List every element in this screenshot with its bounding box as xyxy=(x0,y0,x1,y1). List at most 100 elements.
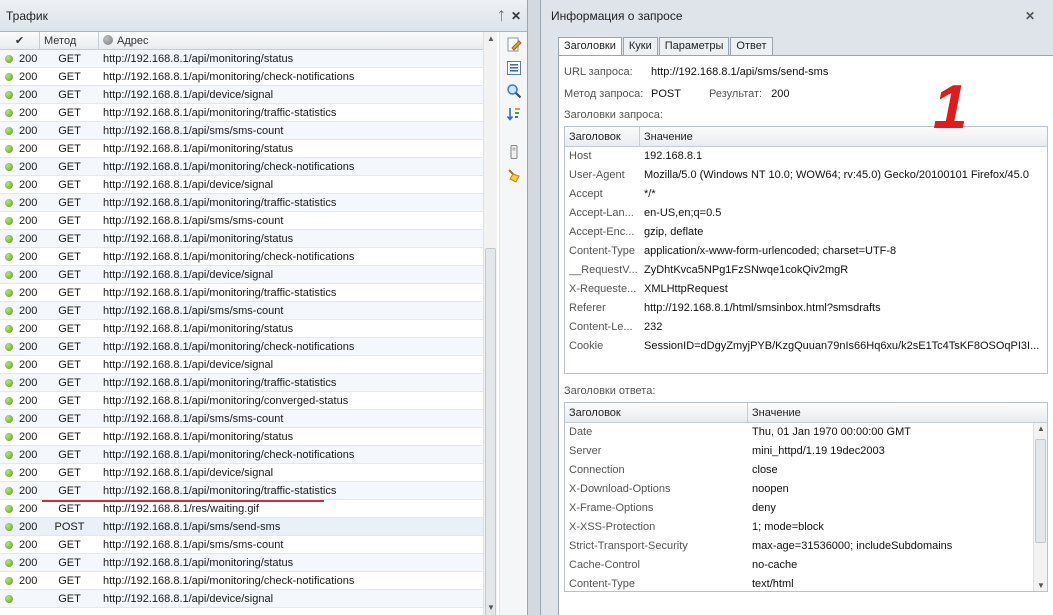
url-cell: http://192.168.8.1/api/monitoring/traffi… xyxy=(103,107,337,119)
traffic-row[interactable]: 200 GET http://192.168.8.1/api/monitoring/… xyxy=(0,338,497,356)
pin-icon[interactable]: ᛏ xyxy=(498,0,505,32)
tab-response[interactable]: Ответ xyxy=(730,37,773,55)
scroll-down-icon[interactable]: ▼ xyxy=(484,601,498,615)
traffic-row[interactable]: 200 GET http://192.168.8.1/api/device/sign… xyxy=(0,176,497,194)
req-col-header[interactable]: Заголовок xyxy=(565,127,640,146)
response-scrollbar[interactable]: ▲ ▼ xyxy=(1033,423,1047,591)
traffic-row[interactable]: 200 GET http://192.168.8.1/api/monitoring/… xyxy=(0,392,497,410)
status-cell: 200 xyxy=(0,500,40,517)
request-header-row[interactable]: Accept-Enc... gzip, deflate xyxy=(565,223,1047,242)
response-header-row[interactable]: Connection close xyxy=(565,461,1033,480)
traffic-row[interactable]: 200 GET http://192.168.8.1/api/device/sign… xyxy=(0,356,497,374)
status-cell: 200 xyxy=(0,392,40,409)
scroll-thumb[interactable] xyxy=(485,248,496,615)
status-ok-icon xyxy=(5,378,13,387)
request-header-row[interactable]: Cookie SessionID=dDgyZmyjPYB/KzgQuuan79nI… xyxy=(565,337,1047,356)
url-cell: http://192.168.8.1/api/monitoring/status xyxy=(103,557,294,569)
status-code: 200 xyxy=(19,232,38,245)
resp-col-value[interactable]: Значение xyxy=(748,403,1047,422)
request-header-row[interactable]: Accept */* xyxy=(565,185,1047,204)
response-header-row[interactable]: Cache-Control no-cache xyxy=(565,556,1033,575)
traffic-row[interactable]: 200 GET http://192.168.8.1/api/monitoring/… xyxy=(0,68,497,86)
request-headers-table-header: Заголовок Значение xyxy=(565,127,1047,147)
response-header-row[interactable]: Server mini_httpd/1.19 19dec2003 xyxy=(565,442,1033,461)
header-name: Content-Le... xyxy=(569,321,633,333)
header-name: Accept-Enc... xyxy=(569,226,635,238)
search-icon[interactable] xyxy=(504,81,524,101)
traffic-row[interactable]: 200 GET http://192.168.8.1/api/sms/sms-cou… xyxy=(0,302,497,320)
traffic-row[interactable]: 200 GET http://192.168.8.1/api/monitoring/… xyxy=(0,428,497,446)
method-cell: GET xyxy=(58,287,81,299)
traffic-row[interactable]: 200 GET http://192.168.8.1/api/monitoring/… xyxy=(0,248,497,266)
request-header-row[interactable]: User-Agent Mozilla/5.0 (Windows NT 10.0; … xyxy=(565,166,1047,185)
traffic-row[interactable]: 200 GET http://192.168.8.1/api/monitoring/… xyxy=(0,374,497,392)
resp-scroll-down-icon[interactable]: ▼ xyxy=(1034,581,1047,590)
tab-headers[interactable]: Заголовки xyxy=(558,37,622,56)
request-header-row[interactable]: Content-Type application/x-www-form-urlen… xyxy=(565,242,1047,261)
status-cell: 200 xyxy=(0,104,40,121)
resp-col-header[interactable]: Заголовок xyxy=(565,403,748,422)
traffic-row[interactable]: 200 GET http://192.168.8.1/api/monitoring/… xyxy=(0,140,497,158)
traffic-row[interactable]: GET http://192.168.8.1/api/device/signal xyxy=(0,590,497,608)
traffic-row[interactable]: 200 GET http://192.168.8.1/api/monitoring/… xyxy=(0,50,497,68)
close-info-icon[interactable]: ✕ xyxy=(1025,0,1035,32)
traffic-row[interactable]: 200 GET http://192.168.8.1/api/sms/sms-cou… xyxy=(0,536,497,554)
request-header-row[interactable]: Host 192.168.8.1 xyxy=(565,147,1047,166)
status-code: 200 xyxy=(19,340,38,353)
response-header-row[interactable]: X-Download-Options noopen xyxy=(565,480,1033,499)
request-header-row[interactable]: Content-Le... 232 xyxy=(565,318,1047,337)
traffic-row[interactable]: 200 GET http://192.168.8.1/api/device/sign… xyxy=(0,266,497,284)
traffic-row[interactable]: 200 GET http://192.168.8.1/api/sms/sms-cou… xyxy=(0,122,497,140)
traffic-row[interactable]: 200 GET http://192.168.8.1/api/sms/sms-cou… xyxy=(0,410,497,428)
request-header-row[interactable]: X-Requeste... XMLHttpRequest xyxy=(565,280,1047,299)
request-header-row[interactable]: __RequestV... ZyDhtKvca5NPg1FzSNwqe1cokQi… xyxy=(565,261,1047,280)
scroll-up-icon[interactable]: ▲ xyxy=(484,32,498,46)
traffic-row[interactable]: 200 GET http://192.168.8.1/api/device/sign… xyxy=(0,86,497,104)
response-header-row[interactable]: Date Thu, 01 Jan 1970 00:00:00 GMT xyxy=(565,423,1033,442)
resp-scroll-up-icon[interactable]: ▲ xyxy=(1034,424,1047,433)
close-icon[interactable]: ✕ xyxy=(511,0,521,32)
method-cell: GET xyxy=(58,143,81,155)
tab-params[interactable]: Параметры xyxy=(658,37,730,55)
request-header-row[interactable]: Referer http://192.168.8.1/html/smsinbox.… xyxy=(565,299,1047,318)
traffic-row[interactable]: 200 GET http://192.168.8.1/api/monitoring/… xyxy=(0,194,497,212)
traffic-row[interactable]: 200 GET http://192.168.8.1/api/monitoring/… xyxy=(0,284,497,302)
edit-icon[interactable] xyxy=(504,35,524,55)
traffic-row[interactable]: 200 GET http://192.168.8.1/api/monitoring/… xyxy=(0,320,497,338)
traffic-row[interactable]: 200 POST http://192.168.8.1/api/sms/send-s… xyxy=(0,518,497,536)
traffic-row[interactable]: 200 GET http://192.168.8.1/api/device/sign… xyxy=(0,464,497,482)
method-cell: GET xyxy=(58,467,81,479)
traffic-row[interactable]: 200 GET http://192.168.8.1/api/monitoring/… xyxy=(0,482,497,500)
clear-icon[interactable] xyxy=(504,165,524,185)
traffic-row[interactable]: 200 GET http://192.168.8.1/api/monitoring/… xyxy=(0,104,497,122)
traffic-row[interactable]: 200 GET http://192.168.8.1/api/monitoring/… xyxy=(0,554,497,572)
status-code: 200 xyxy=(19,322,38,335)
traffic-row[interactable]: 200 GET http://192.168.8.1/api/monitoring/… xyxy=(0,158,497,176)
traffic-row[interactable]: 200 GET http://192.168.8.1/api/monitoring/… xyxy=(0,230,497,248)
traffic-row[interactable]: 200 GET http://192.168.8.1/api/monitoring/… xyxy=(0,572,497,590)
column-method[interactable]: Метод xyxy=(40,32,99,50)
request-header-row[interactable]: Accept-Lan... en-US,en;q=0.5 xyxy=(565,204,1047,223)
status-code: 200 xyxy=(19,250,38,263)
resp-scroll-thumb[interactable] xyxy=(1035,439,1046,543)
req-col-value[interactable]: Значение xyxy=(640,127,1047,146)
column-check[interactable]: ✔ xyxy=(0,32,40,50)
traffic-row[interactable]: 200 GET http://192.168.8.1/api/sms/sms-cou… xyxy=(0,212,497,230)
response-header-row[interactable]: Content-Type text/html xyxy=(565,575,1033,591)
status-ok-icon xyxy=(5,252,13,261)
header-name: X-XSS-Protection xyxy=(569,521,656,533)
sort-icon[interactable] xyxy=(504,104,524,124)
column-address[interactable]: Адрес xyxy=(99,32,497,50)
status-ok-icon xyxy=(5,360,13,369)
tab-cookies[interactable]: Куки xyxy=(622,37,658,55)
traffic-row[interactable]: 200 GET http://192.168.8.1/res/waiting.gif xyxy=(0,500,497,518)
response-header-row[interactable]: Strict-Transport-Security max-age=3153600… xyxy=(565,537,1033,556)
method-cell: GET xyxy=(58,431,81,443)
response-header-row[interactable]: X-XSS-Protection 1; mode=block xyxy=(565,518,1033,537)
response-header-row[interactable]: X-Frame-Options deny xyxy=(565,499,1033,518)
device-icon[interactable] xyxy=(504,142,524,162)
traffic-scrollbar[interactable]: ▲ ▼ xyxy=(483,32,497,615)
status-code: 200 xyxy=(19,502,38,515)
list-icon[interactable] xyxy=(504,58,524,78)
traffic-row[interactable]: 200 GET http://192.168.8.1/api/monitoring/… xyxy=(0,446,497,464)
